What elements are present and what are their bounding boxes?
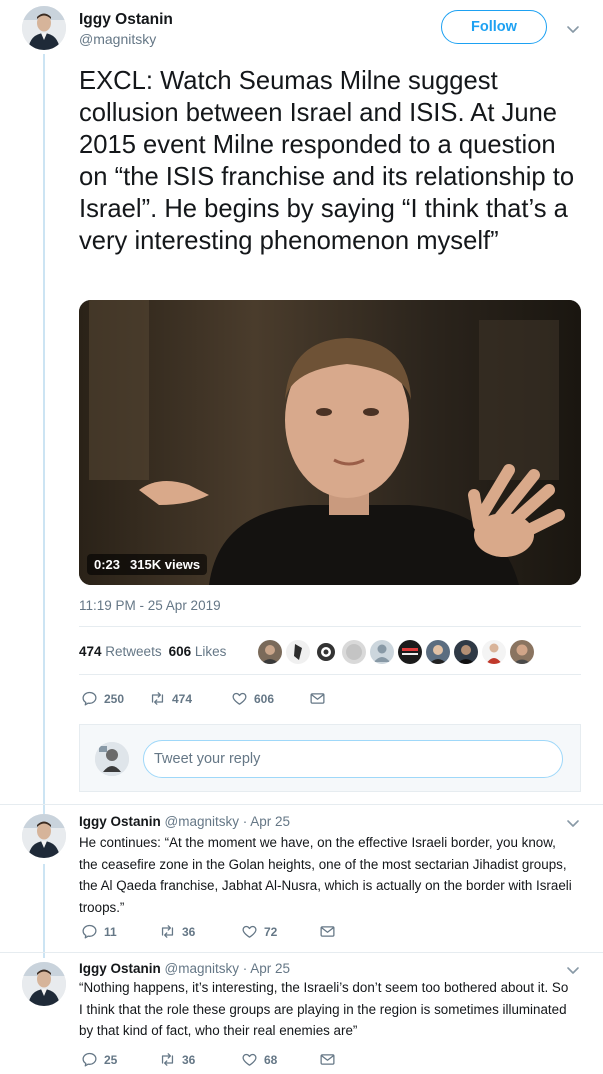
like-button[interactable]: 72	[241, 923, 319, 940]
retweet-button[interactable]: 474	[149, 690, 231, 707]
video-player[interactable]: 0:23 315K views	[79, 300, 581, 585]
liker-avatar[interactable]	[370, 640, 394, 664]
reply-author-handle[interactable]: @magnitsky	[165, 814, 239, 829]
tweet-actions: 250 474 606	[81, 690, 326, 707]
envelope-icon	[310, 693, 325, 704]
like-count: 606	[254, 691, 275, 706]
reply-text: He continues: “At the moment we have, on…	[79, 835, 572, 915]
liker-avatar[interactable]	[398, 640, 422, 664]
divider	[0, 952, 603, 953]
reply-date[interactable]: · Apr 25	[243, 814, 290, 829]
video-duration: 0:23	[94, 557, 121, 572]
user-avatar	[95, 742, 129, 776]
divider	[79, 626, 581, 627]
video-frame	[79, 300, 581, 585]
reply-author-handle[interactable]: @magnitsky	[165, 961, 239, 976]
retweet-count: 36	[182, 1052, 196, 1067]
reply-icon	[82, 1052, 97, 1067]
liker-avatars	[258, 640, 534, 664]
chevron-down-icon[interactable]	[565, 21, 581, 37]
envelope-icon	[320, 926, 335, 937]
reply-button[interactable]: 11	[81, 923, 159, 940]
reply-count: 250	[104, 691, 125, 706]
author-handle[interactable]: @magnitsky	[79, 31, 156, 47]
like-count: 72	[264, 924, 278, 939]
message-button[interactable]	[319, 1051, 336, 1068]
heart-icon	[242, 925, 257, 938]
liker-avatar[interactable]	[510, 640, 534, 664]
reply-actions: 25 36 68	[81, 1051, 336, 1068]
liker-avatar[interactable]	[342, 640, 366, 664]
tweet-text: EXCL: Watch Seumas Milne suggest collusi…	[79, 67, 575, 255]
liker-avatar[interactable]	[286, 640, 310, 664]
heart-icon	[242, 1053, 257, 1066]
divider	[79, 674, 581, 675]
reply-header: Iggy Ostanin @magnitsky · Apr 25	[79, 814, 290, 829]
retweet-icon	[151, 692, 164, 705]
retweet-icon	[161, 1053, 174, 1066]
liker-avatar[interactable]	[426, 640, 450, 664]
reply-icon	[82, 924, 97, 939]
heart-icon	[232, 692, 247, 705]
reply-date[interactable]: · Apr 25	[243, 961, 290, 976]
reply-avatar[interactable]	[22, 962, 66, 1006]
tweet-timestamp[interactable]: 11:19 PM - 25 Apr 2019	[79, 598, 221, 613]
reply-avatar[interactable]	[22, 814, 66, 858]
liker-avatar[interactable]	[482, 640, 506, 664]
retweet-button[interactable]: 36	[159, 1051, 241, 1068]
reply-icon	[82, 691, 97, 706]
video-info: 0:23 315K views	[87, 554, 208, 575]
follow-button[interactable]: Follow	[441, 10, 547, 44]
retweets-stat[interactable]: 474 Retweets	[79, 644, 162, 659]
reply-author-name[interactable]: Iggy Ostanin	[79, 961, 161, 976]
reply-input[interactable]: Tweet your reply	[143, 740, 563, 778]
reply-count: 25	[104, 1052, 118, 1067]
thread-line-middle	[43, 864, 45, 958]
liker-avatar[interactable]	[454, 640, 478, 664]
retweet-count: 36	[182, 924, 196, 939]
author-name[interactable]: Iggy Ostanin	[79, 11, 173, 29]
video-views: 315K views	[130, 557, 201, 572]
reply-button[interactable]: 250	[81, 690, 149, 707]
reply-actions: 11 36 72	[81, 923, 336, 940]
like-button[interactable]: 68	[241, 1051, 319, 1068]
reply-button[interactable]: 25	[81, 1051, 159, 1068]
liker-avatar[interactable]	[314, 640, 338, 664]
divider	[0, 804, 603, 805]
tweet-stats: 474 Retweets 606 Likes	[79, 644, 226, 659]
message-button[interactable]	[319, 923, 336, 940]
chevron-down-icon[interactable]	[565, 815, 581, 831]
liker-avatar[interactable]	[258, 640, 282, 664]
retweet-count: 474	[172, 691, 193, 706]
avatar[interactable]	[22, 6, 66, 50]
reply-text: “Nothing happens, it’s interesting, the …	[79, 980, 569, 1038]
envelope-icon	[320, 1054, 335, 1065]
reply-author-name[interactable]: Iggy Ostanin	[79, 814, 161, 829]
thread-line-top	[43, 54, 45, 814]
chevron-down-icon[interactable]	[565, 962, 581, 978]
like-button[interactable]: 606	[231, 690, 309, 707]
reply-count: 11	[104, 924, 117, 939]
like-count: 68	[264, 1052, 278, 1067]
message-button[interactable]	[309, 690, 326, 707]
reply-header: Iggy Ostanin @magnitsky · Apr 25	[79, 961, 290, 976]
retweet-button[interactable]: 36	[159, 923, 241, 940]
retweet-icon	[161, 925, 174, 938]
likes-stat[interactable]: 606 Likes	[169, 644, 227, 659]
